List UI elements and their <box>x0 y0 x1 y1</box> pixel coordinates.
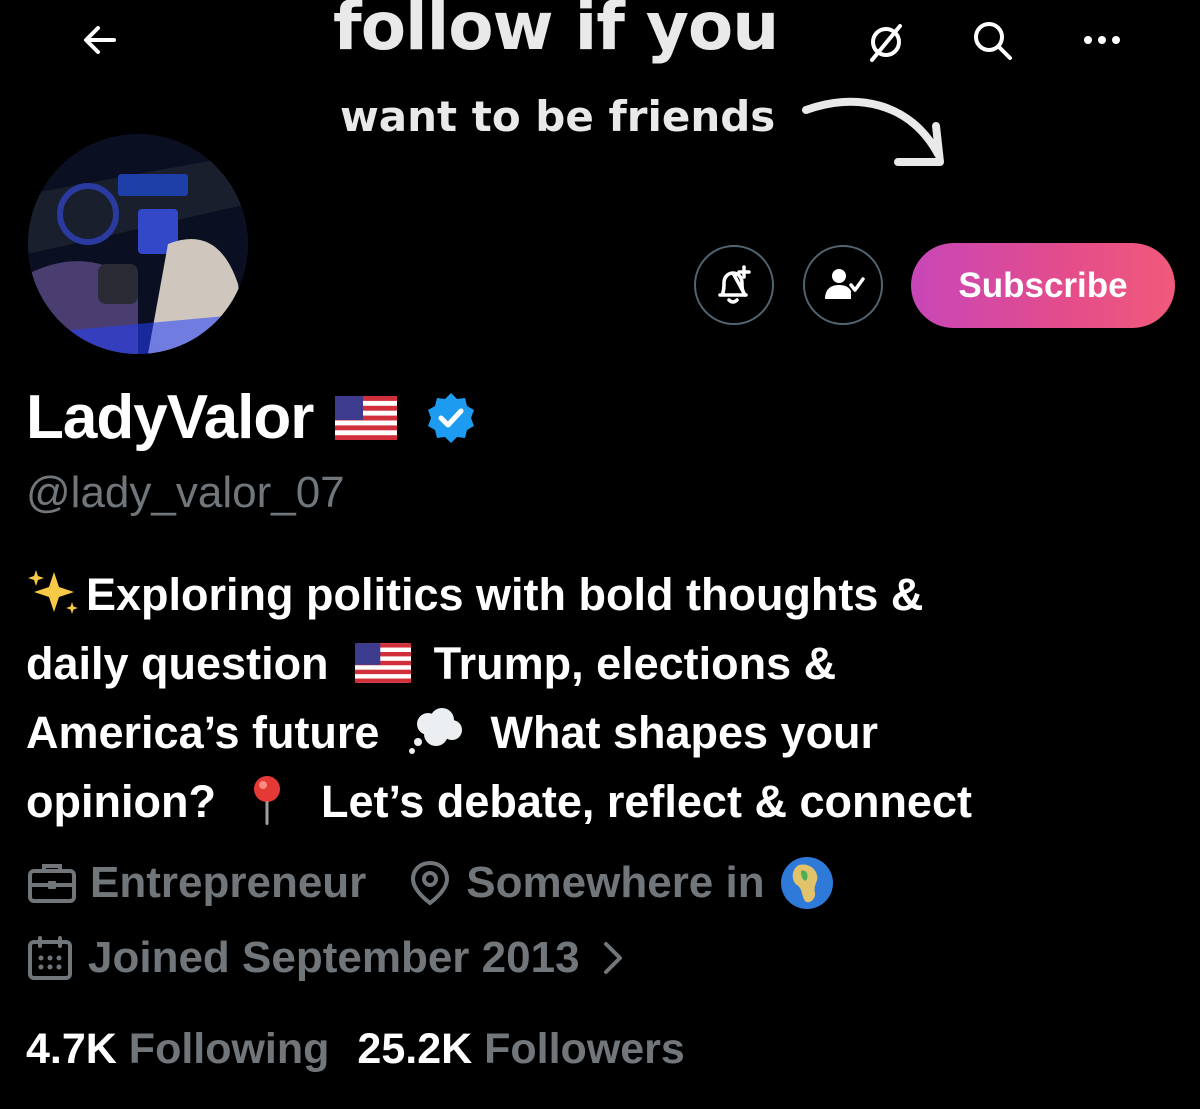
bio-line-4: opinion? Let’s debate, reflect & connect <box>26 767 1176 836</box>
avatar[interactable] <box>24 130 252 358</box>
thought-bubble-icon <box>408 708 462 754</box>
following-count: 4.7K <box>26 1025 117 1073</box>
search-button[interactable] <box>964 12 1020 68</box>
bio-text-3a: America’s future <box>26 707 380 758</box>
username-handle: @lady_valor_07 <box>26 468 345 517</box>
banner-text-line2: want to be friends <box>340 92 776 141</box>
bio-line-3: America’s future What shapes your <box>26 698 1176 767</box>
arrow-left-icon <box>84 26 116 54</box>
avatar-image <box>28 134 248 354</box>
location-pin-icon <box>411 860 450 906</box>
more-button[interactable] <box>1074 12 1130 68</box>
notifications-button[interactable] <box>694 245 774 325</box>
location-text: Somewhere in <box>466 858 765 907</box>
profession-text: Entrepreneur <box>90 858 367 907</box>
following-label: Following <box>128 1025 330 1073</box>
globe-africa-icon <box>780 857 833 909</box>
more-icon <box>1084 36 1120 44</box>
joined-text: Joined September 2013 <box>88 933 580 982</box>
banner-text-line1: follow if you <box>333 0 779 65</box>
bio-text-2a: daily question <box>26 638 329 689</box>
sparkles-icon <box>28 570 78 614</box>
followers-stat[interactable]: 25.2K Followers <box>357 1025 684 1074</box>
grok-button[interactable] <box>858 14 914 70</box>
us-flag-icon <box>335 395 398 440</box>
bio-text-3b: What shapes your <box>490 707 879 758</box>
follow-stats: 4.7K Following 25.2K Followers <box>26 1025 685 1074</box>
profile-meta-row: Entrepreneur Somewhere in <box>26 855 835 911</box>
display-name: LadyValor <box>26 383 314 452</box>
back-button[interactable] <box>72 12 128 68</box>
profile-bio: Exploring politics with bold thoughts & … <box>26 560 1176 836</box>
bio-text-2b: Trump, elections & <box>433 638 837 689</box>
followers-count: 25.2K <box>357 1025 473 1073</box>
search-icon <box>974 22 1012 60</box>
briefcase-icon <box>28 864 76 903</box>
profile-name-row: LadyValor <box>26 382 479 453</box>
chevron-right-icon <box>603 942 622 974</box>
calendar-icon <box>28 936 72 980</box>
verified-badge-icon[interactable] <box>423 390 479 446</box>
bio-line-2: daily question Trump, elections & <box>26 629 1176 698</box>
subscribe-button[interactable]: Subscribe <box>911 243 1175 328</box>
following-button[interactable] <box>803 245 883 325</box>
bio-text-4a: opinion? <box>26 776 216 827</box>
followers-label: Followers <box>484 1025 685 1073</box>
pushpin-icon <box>254 776 281 825</box>
curved-arrow-icon <box>802 97 944 166</box>
us-flag-icon <box>355 643 412 683</box>
grok-icon <box>870 24 902 62</box>
bell-plus-icon <box>718 265 751 304</box>
person-check-icon <box>825 269 865 299</box>
following-stat[interactable]: 4.7K Following <box>26 1025 329 1074</box>
bio-text-1: Exploring politics with bold thoughts & <box>86 569 924 620</box>
bio-text-4b: Let’s debate, reflect & connect <box>320 776 972 827</box>
joined-row[interactable]: Joined September 2013 <box>26 933 628 983</box>
bio-line-1: Exploring politics with bold thoughts & <box>26 560 1176 629</box>
